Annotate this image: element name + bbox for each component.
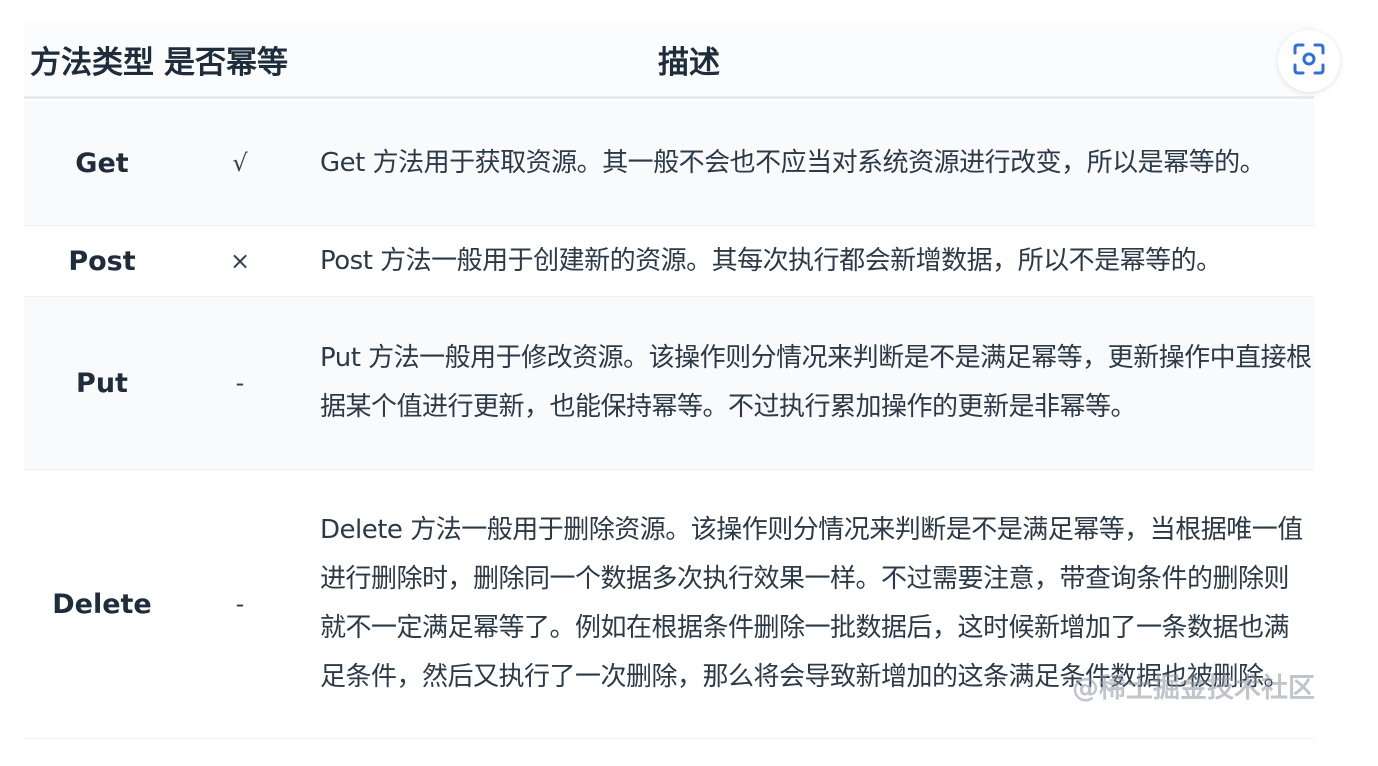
scan-icon [1292,42,1326,80]
cell-description: Post 方法一般用于创建新的资源。其每次执行都会新增数据，所以不是幂等的。 [320,245,1222,276]
cell-description: Put 方法一般用于修改资源。该操作则分情况来判断是不是满足幂等，更新操作中直接… [320,343,1312,422]
table-row: Get √ Get 方法用于获取资源。其一般不会也不应当对系统资源进行改变，所以… [24,101,1314,226]
cell-idempotent: - [235,590,245,618]
header-description: 描述 [658,44,720,81]
table-row: Post × Post 方法一般用于创建新的资源。其每次执行都会新增数据，所以不… [24,226,1314,297]
header-method: 方法类型 [30,44,154,81]
page: 方法类型 是否幂等 描述 Get √ Get 方法用于获取资源。其一般不会也不应… [0,0,1378,766]
scan-button[interactable] [1278,30,1340,92]
cell-idempotent: √ [232,149,248,177]
header-idempotent: 是否幂等 [164,44,288,81]
cell-description: Get 方法用于获取资源。其一般不会也不应当对系统资源进行改变，所以是幂等的。 [320,147,1266,178]
cell-method: Post [68,245,136,277]
table-header: 方法类型 是否幂等 描述 [24,22,1314,99]
cell-idempotent: - [235,369,245,397]
table-row: Put - Put 方法一般用于修改资源。该操作则分情况来判断是不是满足幂等，更… [24,297,1314,470]
cell-method: Get [75,147,129,179]
cell-idempotent: × [229,247,251,275]
watermark: @稀土掘金技术社区 [1072,673,1315,704]
cell-method: Put [76,367,128,399]
cell-method: Delete [52,588,152,620]
http-methods-table: 方法类型 是否幂等 描述 Get √ Get 方法用于获取资源。其一般不会也不应… [24,22,1314,739]
